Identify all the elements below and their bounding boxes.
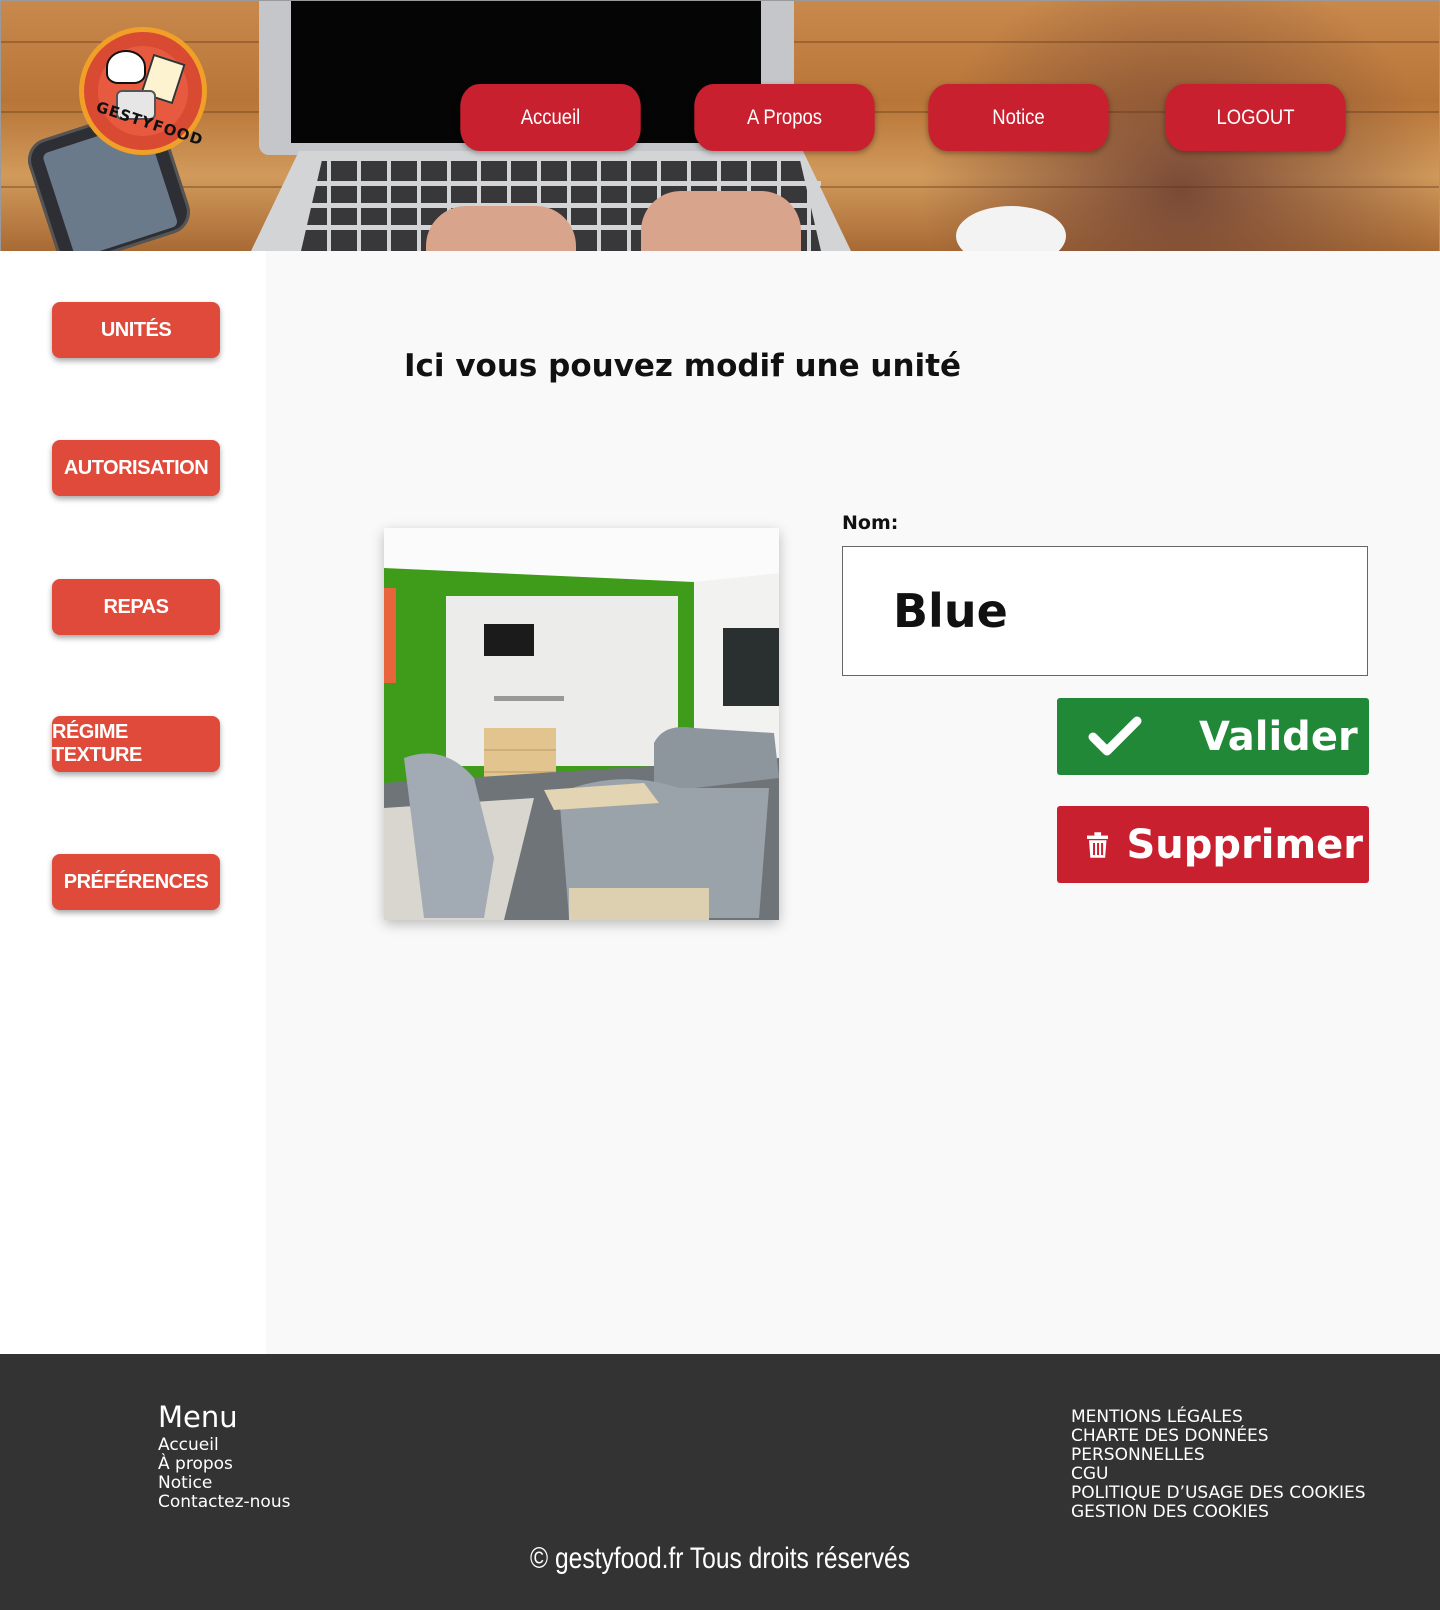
cup-photo (956, 206, 1066, 251)
sidebar-item-unites[interactable]: UNITÉS (52, 302, 220, 358)
footer-link-notice[interactable]: Notice (158, 1474, 290, 1493)
room-illustration (384, 528, 779, 920)
sidebar-item-regime-texture[interactable]: RÉGIME TEXTURE (52, 716, 220, 772)
nom-label: Nom: (842, 512, 899, 534)
footer-link-contact[interactable]: Contactez-nous (158, 1493, 290, 1512)
footer-link-charte-donnees-cont[interactable]: PERSONNELLES (1071, 1446, 1366, 1465)
footer-link-cgu[interactable]: CGU (1071, 1465, 1366, 1484)
sidebar-item-autorisation[interactable]: AUTORISATION (52, 440, 220, 496)
valider-button[interactable]: Valider (1057, 698, 1369, 775)
supprimer-label: Supprimer (1126, 821, 1363, 868)
footer-menu-links: Accueil À propos Notice Contactez-nous (158, 1436, 290, 1512)
valider-label: Valider (1199, 713, 1358, 760)
footer: Menu Accueil À propos Notice Contactez-n… (0, 1354, 1440, 1610)
nav-notice[interactable]: Notice (928, 84, 1109, 151)
check-icon (1088, 716, 1142, 755)
footer-link-politique-cookies[interactable]: POLITIQUE D’USAGE DES COOKIES (1071, 1484, 1366, 1503)
footer-legal-links: MENTIONS LÉGALES CHARTE DES DONNÉES PERS… (1071, 1408, 1366, 1522)
nom-input[interactable] (842, 546, 1368, 676)
footer-link-mentions-legales[interactable]: MENTIONS LÉGALES (1071, 1408, 1366, 1427)
logout-button[interactable]: LOGOUT (1165, 84, 1346, 151)
footer-link-charte-donnees[interactable]: CHARTE DES DONNÉES (1071, 1427, 1366, 1446)
trash-icon (1087, 831, 1109, 858)
header-banner: GESTYFOOD Accueil A Propos Notice LOGOUT (0, 0, 1440, 252)
supprimer-button[interactable]: Supprimer (1057, 806, 1369, 883)
hand-photo (426, 206, 576, 251)
nav-a-propos[interactable]: A Propos (694, 84, 875, 151)
footer-link-gestion-cookies[interactable]: GESTION DES COOKIES (1071, 1503, 1366, 1522)
footer-link-a-propos[interactable]: À propos (158, 1455, 290, 1474)
chef-hat-icon (106, 50, 146, 84)
gestyfood-logo[interactable]: GESTYFOOD (79, 27, 207, 155)
nav-accueil[interactable]: Accueil (460, 84, 641, 151)
sidebar-item-repas[interactable]: REPAS (52, 579, 220, 635)
hand-photo (641, 191, 801, 251)
sidebar (0, 251, 266, 1354)
footer-link-accueil[interactable]: Accueil (158, 1436, 290, 1455)
footer-menu-title: Menu (158, 1400, 238, 1434)
page-title: Ici vous pouvez modif une unité (404, 348, 962, 384)
sidebar-item-preferences[interactable]: PRÉFÉRENCES (52, 854, 220, 910)
copyright-text: © gestyfood.fr Tous droits réservés (529, 1542, 910, 1575)
unit-photo (384, 528, 779, 920)
